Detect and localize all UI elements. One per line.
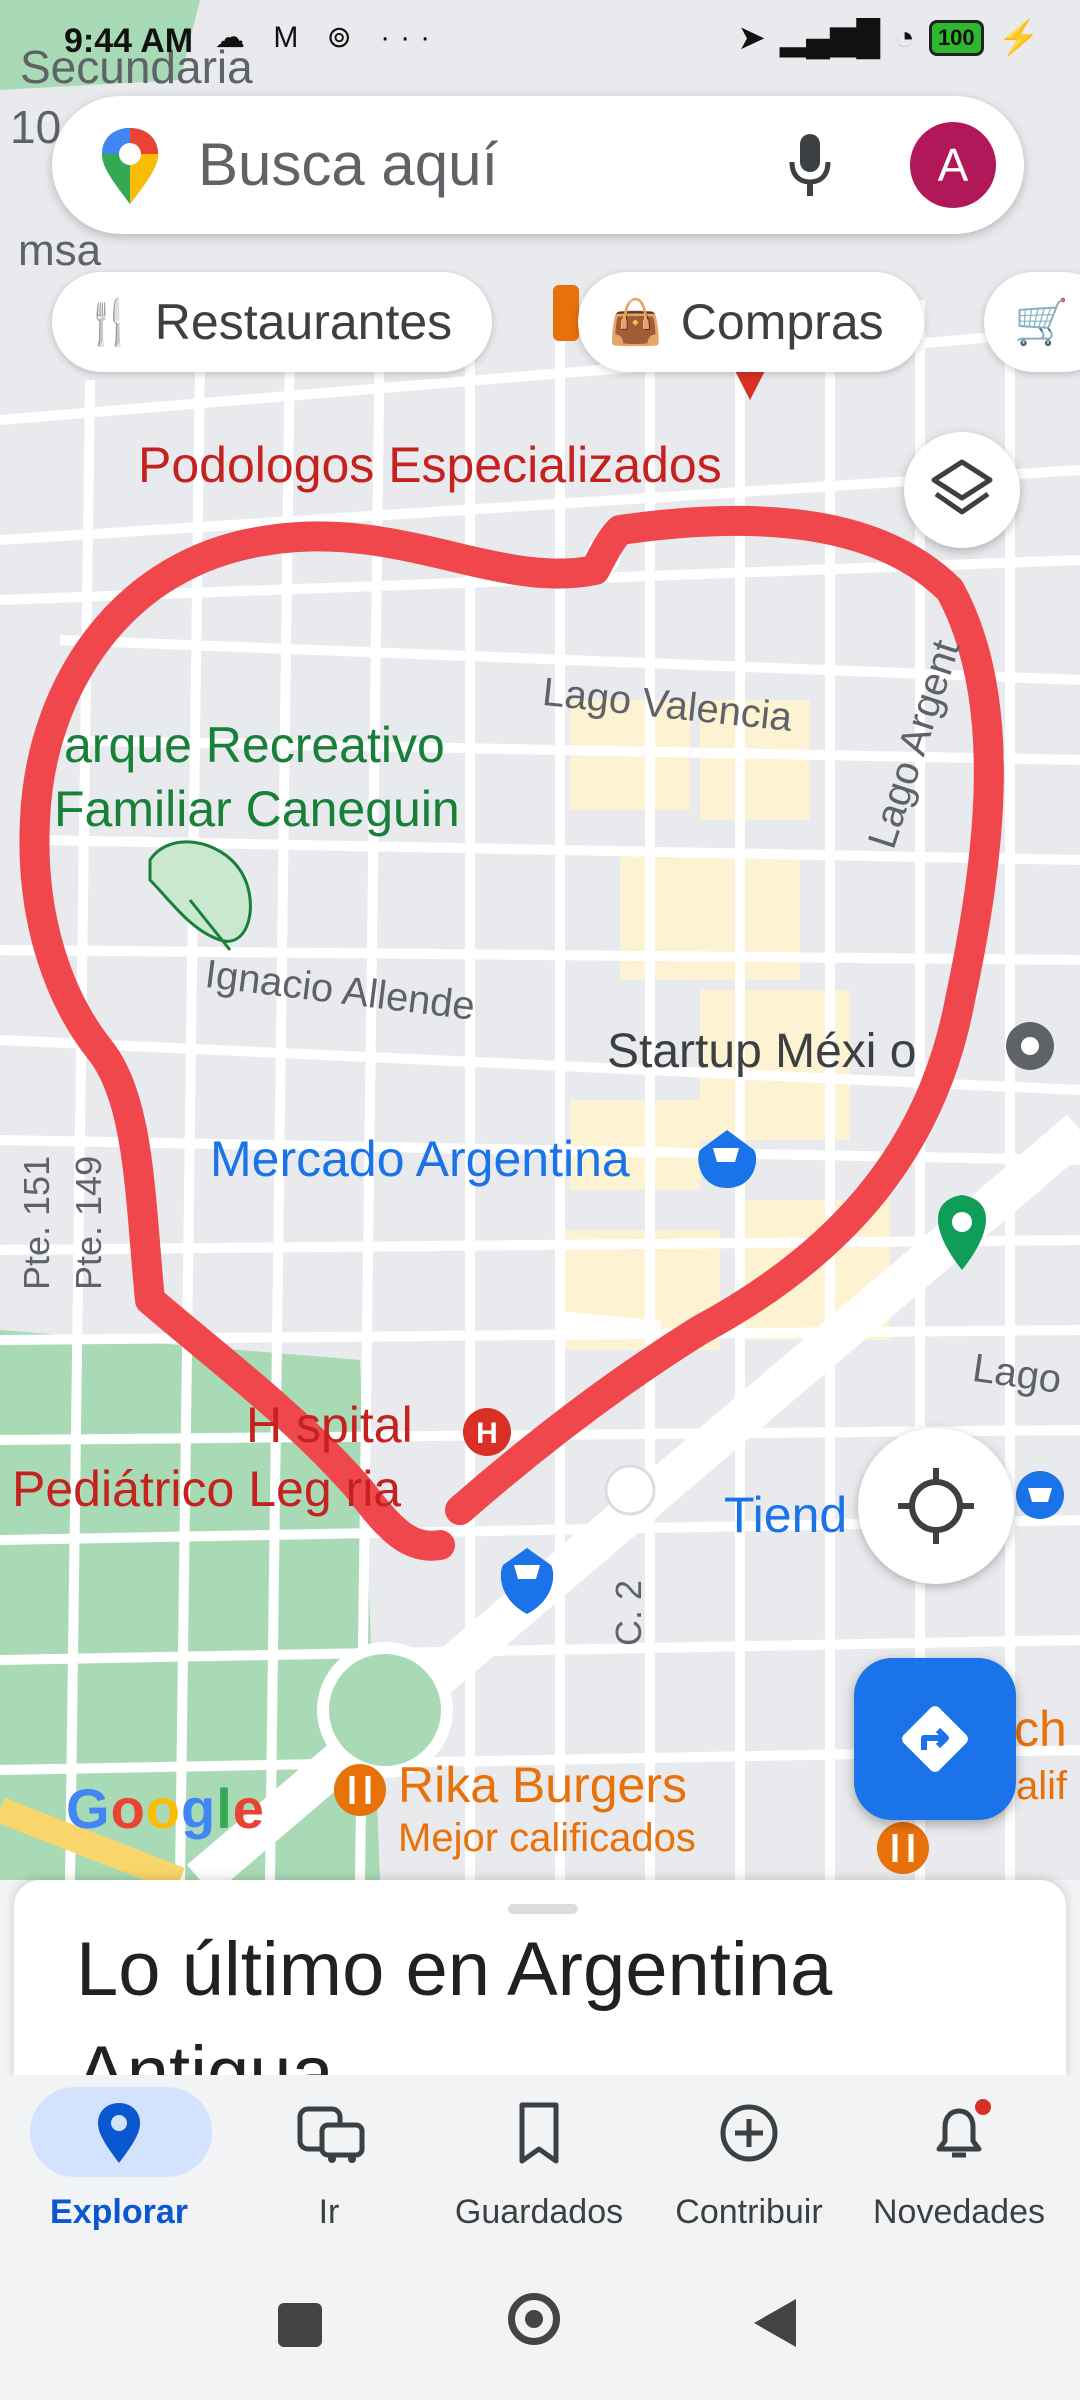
orange-poi-marker xyxy=(553,285,579,341)
layers-button[interactable] xyxy=(904,432,1020,548)
directions-button[interactable] xyxy=(854,1658,1016,1820)
label-right-ch: ch xyxy=(1014,1701,1067,1757)
sheet-drag-handle[interactable] xyxy=(508,1904,578,1914)
wifi-icon: ◔ xyxy=(894,18,915,57)
status-bar: 9:44 AM ☁ M ⊚ ··· ➤ ▂▄▆█ ◔ 100 ⚡ xyxy=(0,14,1080,74)
roundabout xyxy=(317,1642,453,1778)
svg-text:H: H xyxy=(476,1417,498,1450)
label-parque-line2[interactable]: Familiar Caneguin xyxy=(54,780,460,838)
microphone-icon[interactable] xyxy=(788,132,832,198)
search-bar[interactable]: Busca aquí A xyxy=(52,96,1024,234)
layers-icon xyxy=(931,459,993,515)
nav-contribuir[interactable]: Contribuir xyxy=(644,2075,854,2253)
hospital-pin-icon: H xyxy=(463,1408,511,1456)
commute-icon xyxy=(297,2106,365,2163)
navigation-arrow-icon: ➤ xyxy=(737,19,766,57)
label-startup-mexico[interactable]: Startup Méxi o xyxy=(607,1024,916,1079)
chip-compras-label: Compras xyxy=(680,294,884,350)
label-mercado-argentina[interactable]: Mercado Argentina xyxy=(210,1130,630,1188)
google-logo: Google xyxy=(66,1777,265,1840)
label-mejor-calificados: Mejor calificados xyxy=(398,1816,696,1860)
home-dot xyxy=(525,2310,543,2328)
rika-burgers-pin-icon xyxy=(334,1764,386,1816)
crosshair-icon xyxy=(898,1468,974,1544)
street-pte-149: Pte. 149 xyxy=(68,1155,109,1290)
nav-guardados[interactable]: Guardados xyxy=(434,2075,644,2253)
label-rika-burgers[interactable]: Rika Burgers xyxy=(398,1756,687,1814)
battery-icon: 100 xyxy=(928,20,984,56)
location-pin-icon xyxy=(98,2103,140,2163)
roundabout xyxy=(604,1464,656,1516)
nav-ir-label: Ir xyxy=(318,2193,340,2231)
nav-guardados-label: Guardados xyxy=(454,2193,624,2231)
notification-icons: ☁ M ⊚ ··· xyxy=(215,21,441,54)
charging-icon: ⚡ xyxy=(997,19,1040,57)
tienda-cart-pin-icon xyxy=(1016,1471,1064,1519)
street-pte-151: Pte. 151 xyxy=(16,1155,57,1290)
chip-restaurantes-label: Restaurantes xyxy=(154,294,453,350)
my-location-button[interactable] xyxy=(858,1428,1014,1584)
bottom-navigation: Explorar Ir Guardados Contribuir Novedad… xyxy=(0,2075,1080,2253)
home-button[interactable] xyxy=(508,2293,560,2345)
back-button[interactable] xyxy=(754,2299,796,2347)
status-time: 9:44 AM xyxy=(64,22,194,60)
chip-restaurantes[interactable]: 🍴 Restaurantes xyxy=(52,272,493,372)
label-podologos[interactable]: Podologos Especializados xyxy=(138,436,722,494)
add-circle-icon xyxy=(720,2104,778,2162)
bookmark-icon xyxy=(519,2102,559,2164)
nav-ir[interactable]: Ir xyxy=(224,2075,434,2253)
shopping-bag-icon: 👜 xyxy=(608,298,663,347)
nav-explorar-label: Explorar xyxy=(50,2193,188,2231)
nav-novedades-label: Novedades xyxy=(872,2193,1045,2231)
status-icons: ➤ ▂▄▆█ ◔ 100 ⚡ xyxy=(737,18,1040,58)
chip-more[interactable]: 🛒 xyxy=(984,272,1080,372)
label-parque-line1[interactable]: arque Recreativo xyxy=(64,716,445,774)
restaurant-pin-icon xyxy=(877,1822,929,1874)
label-msa: msa xyxy=(18,226,102,275)
street-c2: C. 2 xyxy=(608,1579,649,1646)
label-hospital[interactable]: H spital xyxy=(246,1396,413,1454)
sheet-subtitle: Antigua xyxy=(76,2031,334,2080)
sheet-title: Lo último en Argentina xyxy=(76,1927,833,2012)
signal-icon: ▂▄▆█ xyxy=(779,19,881,57)
account-avatar[interactable]: A xyxy=(910,122,996,208)
chip-compras[interactable]: 👜 Compras xyxy=(578,272,924,372)
shopping-cart-icon: 🛒 xyxy=(1014,298,1069,347)
label-right-alif: alif xyxy=(1016,1764,1068,1808)
system-navigation-bar xyxy=(0,2253,1080,2400)
label-pediatrico[interactable]: Pediátrico Leg ria xyxy=(12,1460,401,1518)
directions-icon xyxy=(902,1706,968,1772)
fork-knife-icon: 🍴 xyxy=(82,298,137,347)
google-maps-logo-icon xyxy=(102,128,158,204)
nav-explorar[interactable]: Explorar xyxy=(14,2075,224,2253)
nav-novedades[interactable]: Novedades xyxy=(854,2075,1064,2253)
search-input[interactable]: Busca aquí xyxy=(198,130,498,199)
startup-mexico-pin-icon xyxy=(1006,1022,1054,1070)
nav-contribuir-label: Contribuir xyxy=(675,2193,823,2231)
label-tienda[interactable]: Tiend xyxy=(724,1486,847,1544)
recent-apps-button[interactable] xyxy=(278,2303,322,2347)
notification-bell-icon xyxy=(936,2099,991,2158)
bottom-sheet[interactable]: Lo último en Argentina Antigua xyxy=(14,1880,1066,2080)
